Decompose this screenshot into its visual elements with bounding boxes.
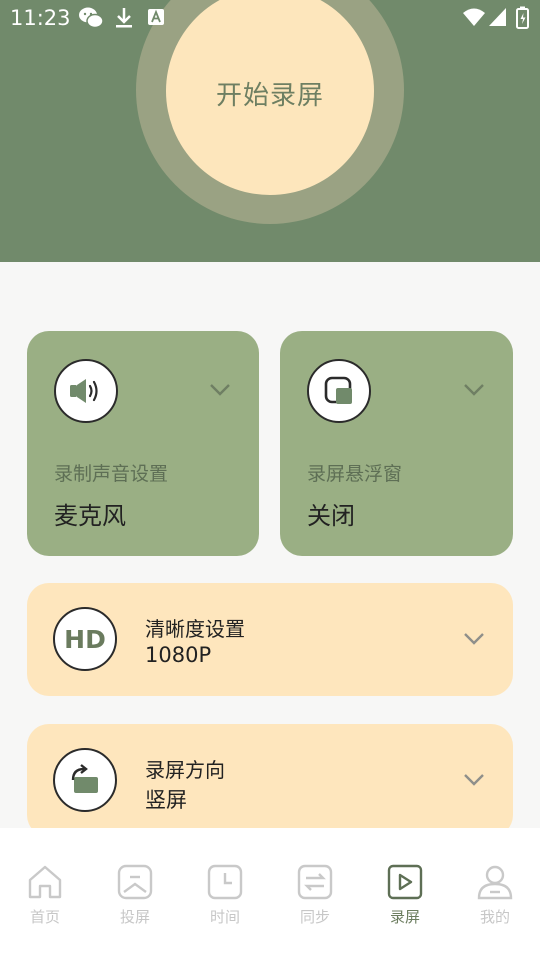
rotate-icon (53, 748, 117, 812)
tab-time[interactable]: 时间 (180, 864, 270, 928)
status-bar: 11:23 (0, 0, 540, 36)
battery-icon (516, 6, 529, 29)
bottom-tab-bar: 首页 投屏 时间 同步 录屏 我的 (0, 828, 540, 960)
hd-icon-text: HD (64, 624, 106, 654)
chevron-down-icon[interactable] (209, 383, 231, 397)
header: 开始录屏 (0, 0, 540, 262)
audio-setting-value: 麦克风 (54, 502, 126, 530)
chevron-down-icon[interactable] (463, 383, 485, 397)
float-window-card[interactable]: 录屏悬浮窗 关闭 (280, 331, 513, 556)
audio-setting-card[interactable]: 录制声音设置 麦克风 (27, 331, 259, 556)
float-window-label: 录屏悬浮窗 (307, 463, 403, 485)
tab-label: 我的 (479, 908, 510, 926)
tab-label: 录屏 (389, 908, 420, 926)
status-time: 11:23 (10, 6, 71, 30)
record-icon (387, 864, 423, 900)
tab-label: 投屏 (119, 908, 150, 926)
tab-label: 首页 (29, 908, 60, 926)
download-icon (116, 8, 132, 28)
signal-icon (489, 8, 506, 26)
tab-home[interactable]: 首页 (0, 864, 90, 928)
quality-setting-row[interactable]: HD 清晰度设置 1080P (27, 583, 513, 696)
speaker-icon (54, 359, 118, 423)
chevron-down-icon[interactable] (463, 632, 485, 646)
tab-profile[interactable]: 我的 (450, 864, 540, 928)
wifi-icon (463, 8, 485, 26)
cast-icon (117, 864, 153, 900)
chevron-down-icon[interactable] (463, 773, 485, 787)
font-app-icon (148, 9, 164, 25)
tab-label: 同步 (299, 908, 330, 926)
quality-setting-value: 1080P (145, 643, 212, 667)
tab-cast[interactable]: 投屏 (90, 864, 180, 928)
audio-setting-label: 录制声音设置 (54, 463, 169, 485)
home-icon (28, 865, 62, 899)
orientation-setting-row[interactable]: 录屏方向 竖屏 (27, 724, 513, 837)
start-record-label: 开始录屏 (215, 80, 324, 111)
float-window-value: 关闭 (307, 502, 355, 530)
tab-sync[interactable]: 同步 (270, 864, 360, 928)
orientation-setting-value: 竖屏 (145, 788, 187, 812)
profile-icon (477, 865, 513, 900)
float-window-icon (307, 359, 371, 423)
clock-icon (207, 864, 243, 900)
quality-setting-title: 清晰度设置 (145, 617, 245, 641)
tab-record[interactable]: 录屏 (360, 864, 450, 928)
sync-icon (297, 864, 333, 900)
wechat-icon (79, 7, 104, 29)
tab-label: 时间 (209, 908, 240, 926)
orientation-setting-title: 录屏方向 (145, 758, 225, 782)
hd-icon: HD (53, 607, 117, 671)
